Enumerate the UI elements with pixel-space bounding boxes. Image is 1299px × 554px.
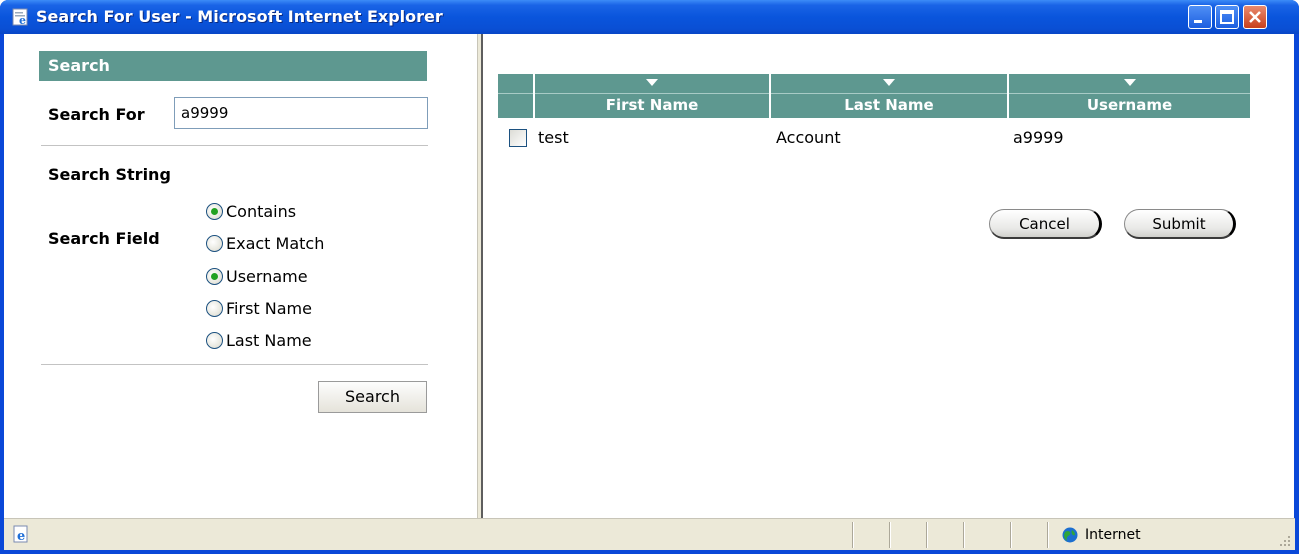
results-grid-header: First Name Last Name Username bbox=[498, 74, 1250, 118]
ie-page-icon: e bbox=[13, 525, 28, 544]
window-title: Search For User - Microsoft Internet Exp… bbox=[36, 7, 443, 26]
svg-text:e: e bbox=[17, 529, 25, 544]
radio-button[interactable] bbox=[206, 299, 223, 317]
submit-button[interactable]: Submit bbox=[1124, 209, 1236, 239]
search-string-label: Search String bbox=[48, 165, 171, 184]
maximize-icon bbox=[1220, 10, 1234, 24]
column-header-label: Last Name bbox=[844, 96, 934, 114]
search-for-input[interactable] bbox=[174, 97, 428, 129]
radio-label: Contains bbox=[226, 201, 297, 221]
close-icon bbox=[1249, 11, 1261, 23]
divider bbox=[41, 364, 428, 366]
maximize-button[interactable] bbox=[1215, 5, 1239, 29]
sort-arrow-icon[interactable] bbox=[1123, 79, 1136, 86]
search-field-label: Search Field bbox=[48, 229, 160, 248]
sort-arrow-icon[interactable] bbox=[883, 79, 895, 86]
title-bar[interactable]: e Search For User - Microsoft Internet E… bbox=[0, 0, 1299, 34]
column-header-last-name[interactable]: Last Name bbox=[771, 74, 1009, 118]
resize-grip-icon[interactable] bbox=[1279, 535, 1291, 547]
radio-label: Last Name bbox=[226, 330, 312, 350]
close-button[interactable] bbox=[1243, 5, 1267, 29]
search-button[interactable]: Search bbox=[318, 381, 427, 413]
radio-button[interactable] bbox=[206, 202, 223, 220]
ie-page-icon: e bbox=[12, 8, 28, 27]
radio-first-name[interactable]: First Name bbox=[206, 295, 312, 321]
status-bar: e Internet bbox=[4, 518, 1295, 550]
radio-button[interactable] bbox=[206, 331, 223, 349]
security-zone-label: Internet bbox=[1085, 527, 1141, 543]
select-column-header bbox=[498, 74, 535, 118]
minimize-button[interactable] bbox=[1188, 5, 1212, 29]
pane-splitter[interactable] bbox=[477, 34, 483, 518]
sort-arrow-icon[interactable] bbox=[646, 79, 658, 86]
search-for-label: Search For bbox=[48, 105, 145, 124]
globe-icon bbox=[1062, 527, 1078, 543]
search-panel-header: Search bbox=[39, 51, 427, 81]
radio-label: Username bbox=[226, 266, 308, 286]
radio-label: First Name bbox=[226, 298, 312, 318]
column-header-first-name[interactable]: First Name bbox=[535, 74, 771, 118]
radio-button[interactable] bbox=[206, 267, 223, 285]
row-select-checkbox[interactable] bbox=[509, 129, 527, 147]
divider bbox=[41, 145, 428, 147]
column-header-label: Username bbox=[1086, 96, 1173, 114]
radio-button[interactable] bbox=[206, 234, 223, 252]
column-header-username[interactable]: Username bbox=[1009, 74, 1250, 118]
column-header-label: First Name bbox=[605, 96, 699, 114]
radio-contains[interactable]: Contains bbox=[206, 198, 296, 224]
cell-first-name: test bbox=[538, 128, 569, 147]
cell-last-name: Account bbox=[776, 128, 841, 147]
svg-text:e: e bbox=[19, 14, 26, 27]
cell-username: a9999 bbox=[1013, 128, 1064, 147]
cancel-button[interactable]: Cancel bbox=[989, 209, 1102, 239]
radio-exact-match[interactable]: Exact Match bbox=[206, 230, 324, 256]
radio-last-name[interactable]: Last Name bbox=[206, 327, 312, 353]
radio-username[interactable]: Username bbox=[206, 263, 308, 289]
radio-label: Exact Match bbox=[226, 233, 325, 253]
minimize-icon bbox=[1194, 20, 1202, 23]
